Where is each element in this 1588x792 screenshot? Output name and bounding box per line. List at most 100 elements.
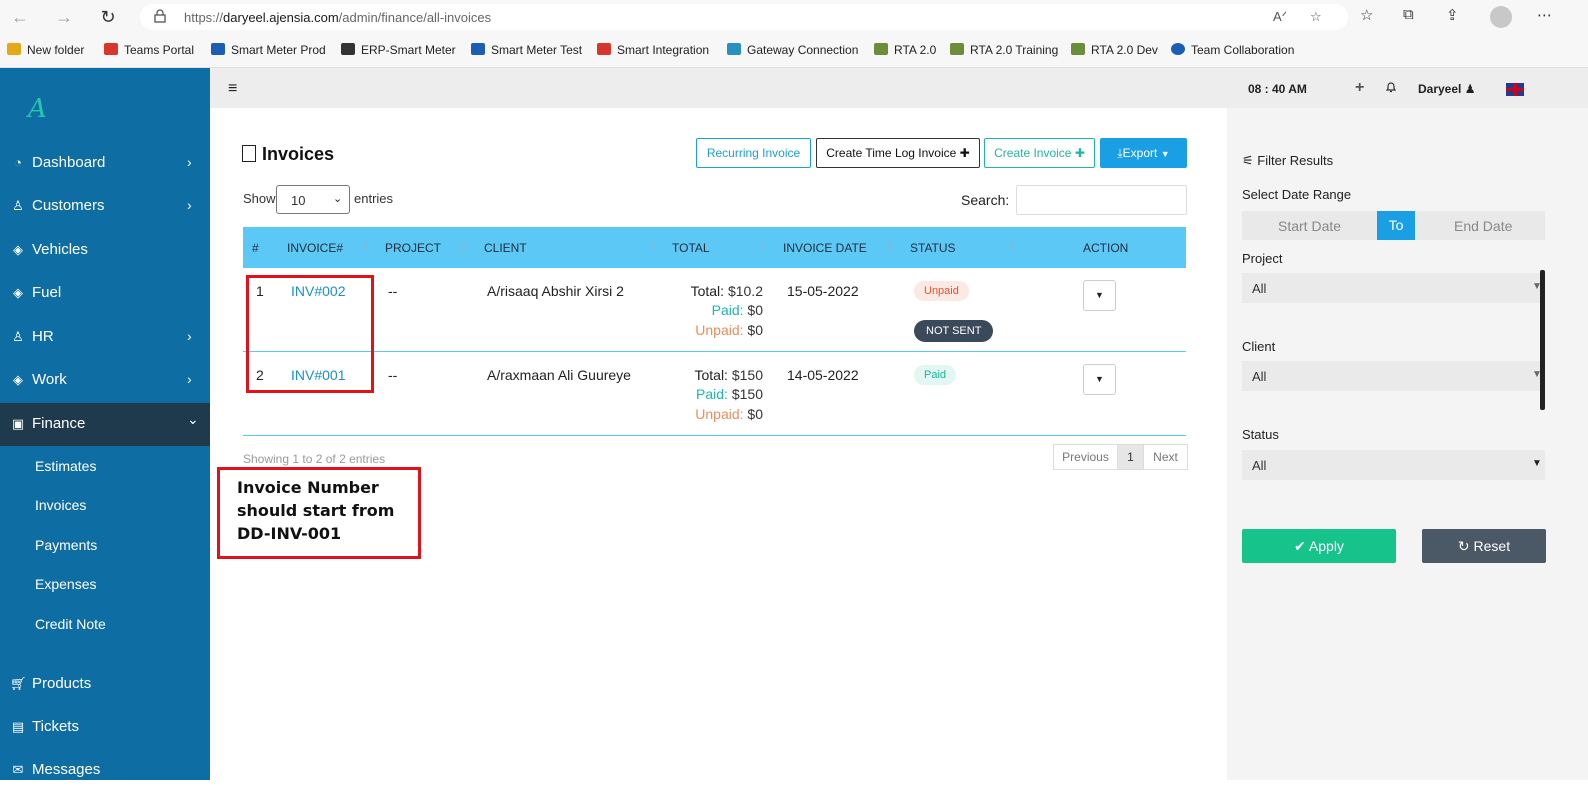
bookmark-smart-integration[interactable]: Smart Integration: [597, 43, 709, 57]
bookmark-smart-meter-test[interactable]: Smart Meter Test: [471, 43, 582, 57]
column-header-invoice[interactable]: INVOICE#: [287, 241, 343, 255]
client-filter-select[interactable]: All ▼: [1242, 361, 1545, 391]
chevron-right-icon: ›: [187, 328, 192, 344]
more-icon[interactable]: ⋯: [1537, 6, 1552, 24]
hamburger-menu-icon[interactable]: ≡: [228, 80, 237, 98]
column-header-total[interactable]: TOTAL: [672, 241, 710, 255]
favorites-icon[interactable]: ☆: [1360, 6, 1373, 24]
unpaid-value: $0: [747, 322, 763, 338]
bookmark-smart-meter-prod[interactable]: Smart Meter Prod: [211, 43, 326, 57]
bookmark-team-collaboration[interactable]: Team Collaboration: [1171, 43, 1294, 57]
profile-avatar[interactable]: [1490, 6, 1512, 28]
bookmarks-bar: New folder Teams Portal Smart Meter Prod…: [0, 34, 1588, 68]
bookmark-new-folder[interactable]: New folder: [7, 43, 84, 57]
huawei-icon: [597, 43, 611, 55]
bookmark-rta[interactable]: RTA 2.0: [874, 43, 936, 57]
sidebar-item-hr[interactable]: ♙ HR ›: [0, 316, 210, 359]
plus-icon[interactable]: +: [1355, 79, 1364, 97]
sort-icon[interactable]: ⇕: [759, 241, 767, 252]
sidebar-item-label: Dashboard: [32, 154, 106, 171]
sort-icon[interactable]: ⇕: [362, 241, 370, 252]
end-date-input[interactable]: End Date: [1454, 218, 1512, 234]
sidebar-item-vehicles[interactable]: ◈ Vehicles: [0, 229, 210, 272]
read-aloud-icon[interactable]: Aᐟ: [1273, 9, 1287, 25]
start-date-input[interactable]: Start Date: [1278, 218, 1341, 234]
pagination-next[interactable]: Next: [1143, 444, 1188, 470]
search-input[interactable]: [1016, 185, 1187, 215]
bookmark-gateway-connection[interactable]: Gateway Connection: [727, 43, 858, 57]
sidebar-item-messages[interactable]: ✉ Messages: [0, 749, 210, 792]
layers-icon: ◈: [13, 242, 23, 257]
favorite-add-icon[interactable]: ☆: [1310, 9, 1322, 25]
scrollbar[interactable]: [1540, 270, 1545, 410]
sort-icon[interactable]: ⇕: [886, 241, 894, 252]
column-header-status[interactable]: STATUS: [910, 241, 956, 255]
sidebar-item-fuel[interactable]: ◈ Fuel: [0, 272, 210, 315]
annotation-highlight-box: [246, 275, 374, 393]
sort-icon[interactable]: ⇕: [460, 241, 468, 252]
row-divider: [243, 351, 1186, 352]
sort-icon[interactable]: ⇕: [1008, 241, 1016, 252]
reload-icon[interactable]: ↻: [97, 6, 119, 28]
action-dropdown-button[interactable]: ▼: [1083, 280, 1116, 311]
button-label: Reset: [1473, 538, 1511, 554]
column-header-client[interactable]: CLIENT: [484, 241, 527, 255]
button-label: Apply: [1308, 538, 1344, 554]
sidebar-item-dashboard[interactable]: ◔ Dashboard ›: [0, 142, 210, 185]
url-text: https://daryeel.ajensia.com/admin/financ…: [184, 10, 492, 25]
sidebar-item-work[interactable]: ◈ Work ›: [0, 359, 210, 402]
status-filter-select[interactable]: All ▼: [1242, 450, 1545, 480]
apply-filter-button[interactable]: ✔ Apply: [1242, 529, 1396, 563]
sidebar-subitem-payments[interactable]: Payments: [35, 537, 97, 553]
page-title: Invoices: [242, 144, 334, 165]
sort-icon[interactable]: ⇕: [649, 241, 657, 252]
logo-icon[interactable]: A: [28, 94, 64, 124]
rta-icon: [874, 43, 888, 55]
collections-icon[interactable]: ⧉: [1403, 6, 1414, 23]
address-bar[interactable]: https://daryeel.ajensia.com/admin/financ…: [140, 4, 1348, 30]
sidebar-item-customers[interactable]: ♙ Customers ›: [0, 185, 210, 228]
forward-icon[interactable]: →: [53, 6, 75, 28]
export-button[interactable]: ⤓Export ▼: [1100, 138, 1187, 168]
sidebar-subitem-credit-note[interactable]: Credit Note: [35, 616, 106, 632]
column-header-project[interactable]: PROJECT: [385, 241, 441, 255]
user-menu[interactable]: Daryeel ♟: [1418, 82, 1475, 96]
create-invoice-button[interactable]: Create Invoice ✚: [984, 138, 1095, 168]
bookmark-rta-training[interactable]: RTA 2.0 Training: [950, 43, 1058, 57]
column-header-number[interactable]: #: [252, 241, 259, 255]
sidebar-item-products[interactable]: 🛒︎ Products: [0, 663, 210, 706]
project-filter-select[interactable]: All ▼: [1242, 273, 1545, 303]
client-name: A/raxmaan Ali Guureye: [487, 367, 631, 383]
sidebar-item-tickets[interactable]: ▤ Tickets: [0, 706, 210, 749]
sidebar-subitem-invoices[interactable]: Invoices: [35, 497, 86, 513]
share-icon[interactable]: ⇪: [1446, 6, 1459, 24]
user-icon: ♙: [12, 329, 24, 344]
sidebar-item-finance[interactable]: ▣ Finance ⌄: [0, 403, 210, 446]
uk-flag-icon[interactable]: [1506, 83, 1524, 96]
layers-icon: ◈: [13, 372, 23, 387]
create-time-log-invoice-button[interactable]: Create Time Log Invoice ✚: [816, 138, 980, 168]
total-value: $150: [731, 367, 763, 383]
cart-icon: 🛒︎: [10, 676, 27, 691]
select-value: 10: [291, 193, 306, 208]
row-divider: [243, 435, 1186, 436]
sidebar-subitem-estimates[interactable]: Estimates: [35, 458, 96, 474]
bell-icon[interactable]: [1385, 81, 1397, 93]
total-amount: Total: $150: [673, 367, 763, 383]
caret-down-icon: ▼: [1095, 290, 1104, 300]
column-header-invoice-date[interactable]: INVOICE DATE: [783, 241, 867, 255]
sidebar-subitem-expenses[interactable]: Expenses: [35, 576, 96, 592]
bookmark-teams-portal[interactable]: Teams Portal: [104, 43, 194, 57]
pagination-page-1[interactable]: 1: [1117, 444, 1144, 470]
button-label: Export: [1122, 146, 1158, 160]
drop-icon: [211, 43, 225, 55]
recurring-invoice-button[interactable]: Recurring Invoice: [696, 138, 811, 168]
back-icon[interactable]: ←: [9, 6, 31, 28]
pagination-previous[interactable]: Previous: [1053, 444, 1118, 470]
bookmark-erp-smart-meter[interactable]: ERP-Smart Meter: [341, 43, 456, 57]
entries-per-page-select[interactable]: 10 ⌄: [276, 185, 350, 214]
action-dropdown-button[interactable]: ▼: [1083, 364, 1116, 395]
sidebar-item-label: Customers: [32, 197, 105, 214]
bookmark-rta-dev[interactable]: RTA 2.0 Dev: [1071, 43, 1158, 57]
reset-filter-button[interactable]: ↻ Reset: [1422, 529, 1546, 563]
